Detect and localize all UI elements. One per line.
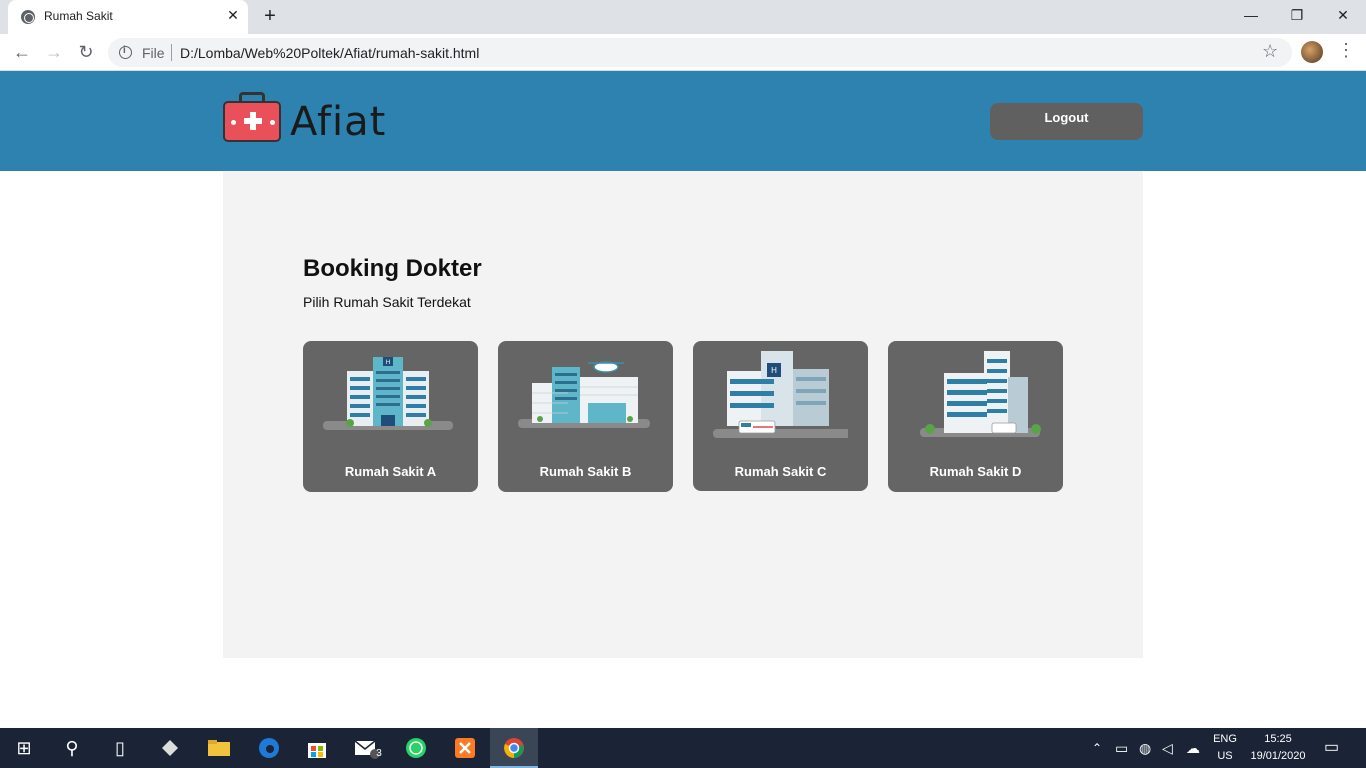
hospital-card-label: Rumah Sakit A <box>344 464 437 479</box>
globe-icon <box>21 10 35 24</box>
hospital-card-b[interactable]: Rumah Sakit B <box>498 341 673 492</box>
network-globe-icon[interactable]: ◍ <box>1139 728 1151 768</box>
svg-text:H: H <box>386 360 390 366</box>
profile-avatar[interactable] <box>1301 41 1323 63</box>
mail-badge: 3 <box>376 748 382 759</box>
language-code[interactable]: ENG <box>1210 733 1240 745</box>
volume-muted-icon[interactable]: ◁ <box>1162 728 1173 768</box>
browser-toolbar: ← → ↻ File D:/Lomba/Web%20Poltek/Afiat/r… <box>0 34 1366 71</box>
app-icon[interactable] <box>146 728 194 768</box>
close-tab-icon[interactable]: ✕ <box>224 7 242 24</box>
restore-button[interactable]: ❐ <box>1274 0 1320 30</box>
windows-start-icon[interactable]: ⊞ <box>0 728 48 768</box>
reload-button[interactable]: ↻ <box>74 40 98 64</box>
battery-icon[interactable]: ▭ <box>1115 728 1128 768</box>
info-icon[interactable] <box>119 45 132 59</box>
hospital-card-c[interactable]: H Rumah Sakit C <box>693 341 868 491</box>
store-icon[interactable] <box>293 728 341 768</box>
whatsapp-icon[interactable] <box>392 728 440 768</box>
hospital-card-d[interactable]: Rumah Sakit D <box>888 341 1063 492</box>
url-scheme-label: File <box>142 45 165 61</box>
site-header: Afiat Logout <box>0 71 1366 171</box>
main-panel: Booking Dokter Pilih Rumah Sakit Terdeka… <box>223 171 1143 658</box>
clock-time[interactable]: 15:25 <box>1245 733 1311 745</box>
show-hidden-icons-icon[interactable]: ⌃ <box>1092 728 1102 768</box>
forward-button[interactable]: → <box>42 40 66 64</box>
hospital-helipad-icon <box>518 361 650 428</box>
new-tab-button[interactable]: + <box>260 5 280 27</box>
medical-kit-logo-icon <box>223 92 281 142</box>
close-window-button[interactable]: ✕ <box>1320 0 1366 30</box>
task-view-icon[interactable]: ▯ <box>96 728 144 768</box>
hospital-building-icon: H <box>323 357 453 430</box>
page-subtitle: Pilih Rumah Sakit Terdekat <box>303 294 471 310</box>
divider <box>171 44 172 61</box>
language-region[interactable]: US <box>1210 750 1240 762</box>
search-icon[interactable]: ⚲ <box>48 728 96 768</box>
chrome-icon[interactable] <box>490 728 538 768</box>
edge-browser-icon[interactable] <box>245 728 293 768</box>
brand-name: Afiat <box>290 99 387 145</box>
page-title: Booking Dokter <box>303 255 482 282</box>
hospital-card-a[interactable]: H Rumah Sakit A <box>303 341 478 492</box>
browser-menu-icon[interactable]: ⋮ <box>1337 40 1355 61</box>
file-explorer-icon[interactable] <box>195 728 243 768</box>
browser-tab[interactable]: Rumah Sakit ✕ <box>8 0 248 34</box>
browser-tab-bar: Rumah Sakit ✕ + — ❐ ✕ <box>0 0 1366 34</box>
hospital-card-label: Rumah Sakit B <box>539 464 632 479</box>
hospital-card-label: Rumah Sakit D <box>929 464 1022 479</box>
svg-text:H: H <box>771 366 777 375</box>
hospital-card-label: Rumah Sakit C <box>734 464 827 479</box>
clock-date[interactable]: 19/01/2020 <box>1245 750 1311 762</box>
xampp-icon[interactable] <box>441 728 489 768</box>
url-text[interactable]: D:/Lomba/Web%20Poltek/Afiat/rumah-sakit.… <box>180 45 479 61</box>
hospital-ambulance-icon: H <box>713 351 848 438</box>
minimize-button[interactable]: — <box>1228 0 1274 30</box>
cloud-icon[interactable]: ☁ <box>1186 728 1200 768</box>
windows-taskbar: ⊞ ⚲ ▯ 3 ⌃ ▭ ◍ ◁ ☁ ENG US 15:25 19/01/202… <box>0 728 1366 768</box>
hospital-tower-icon <box>920 351 1041 437</box>
logout-button[interactable]: Logout <box>990 103 1143 140</box>
tab-title: Rumah Sakit <box>44 9 113 23</box>
back-button[interactable]: ← <box>10 40 34 64</box>
bookmark-star-icon[interactable]: ☆ <box>1262 41 1278 62</box>
address-bar[interactable]: File D:/Lomba/Web%20Poltek/Afiat/rumah-s… <box>108 38 1292 67</box>
notification-icon[interactable]: ▭ <box>1324 728 1339 768</box>
